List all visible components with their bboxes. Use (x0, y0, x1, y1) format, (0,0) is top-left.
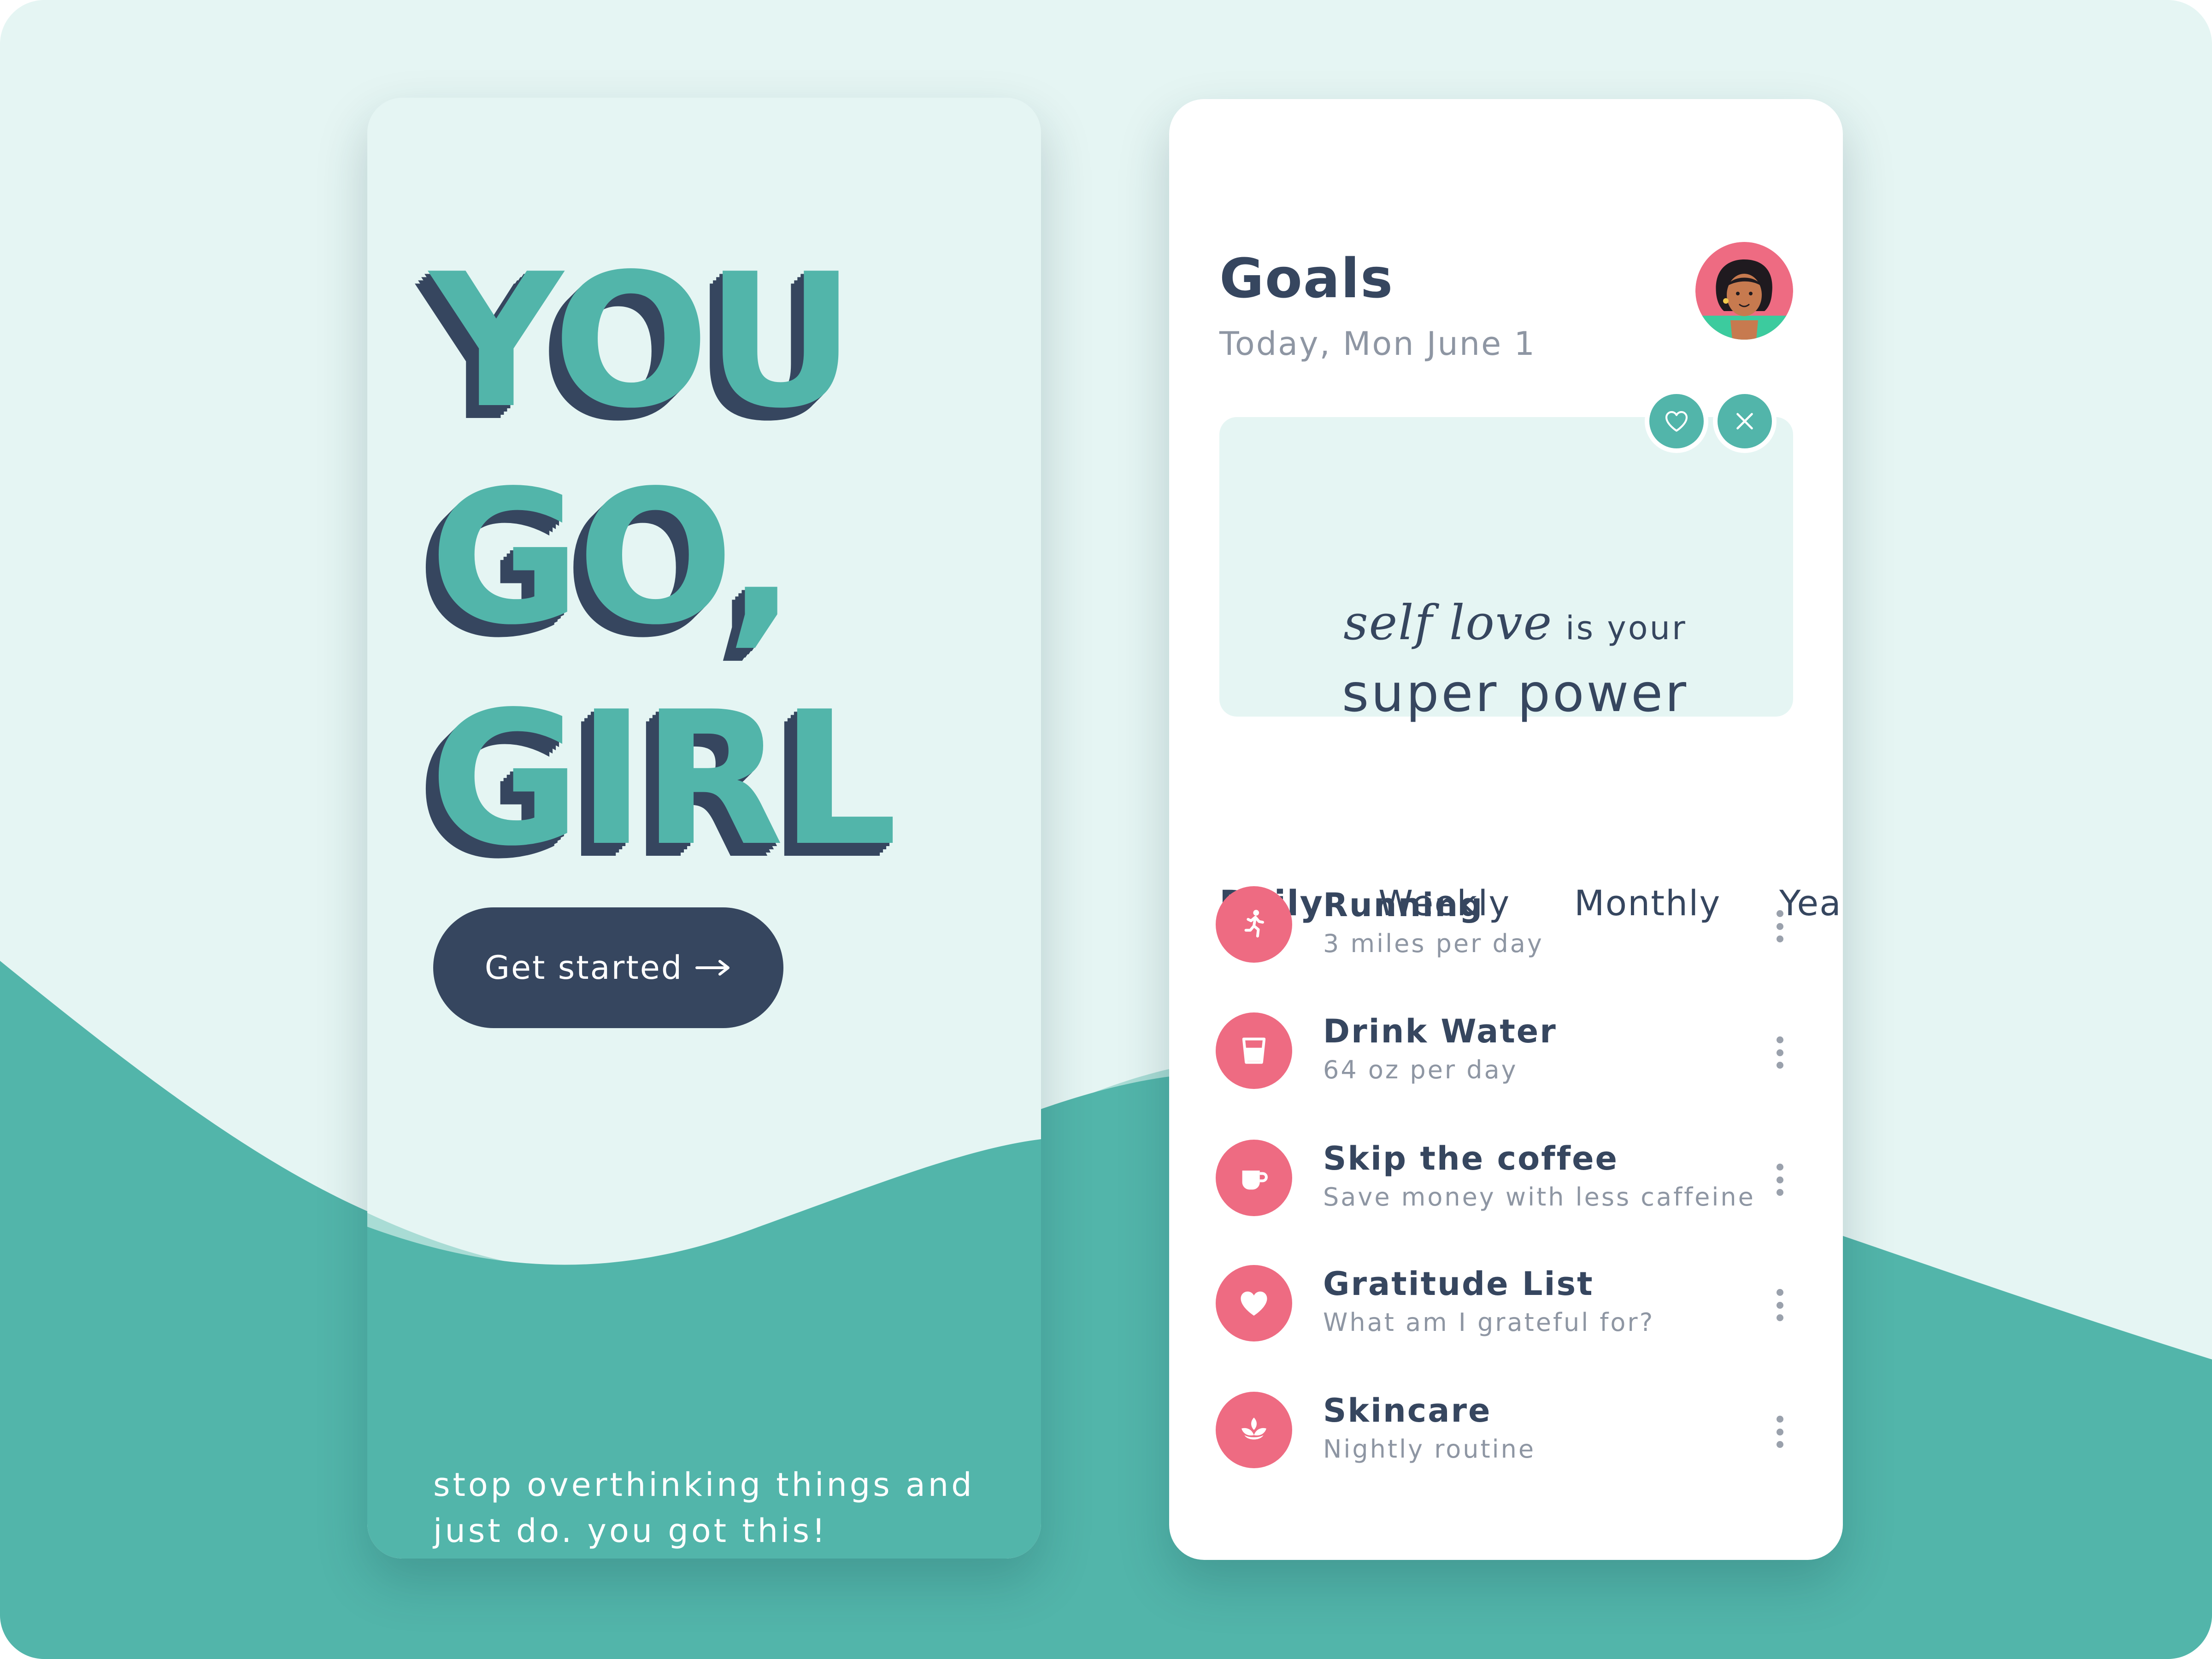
dismiss-quote-button[interactable] (1718, 394, 1772, 448)
goal-item-running[interactable]: Running 3 miles per day (1169, 886, 1843, 978)
goal-title: Skip the coffee (1323, 1140, 1619, 1177)
date-label: Today, Mon June 1 (1219, 325, 1536, 363)
goal-title: Running (1323, 886, 1484, 924)
quote-line-1: self love is your (1169, 594, 1843, 651)
goal-item-drink-water[interactable]: Drink Water 64 oz per day (1169, 1012, 1843, 1105)
close-icon (1736, 413, 1753, 429)
goal-subtitle: Nightly routine (1323, 1435, 1536, 1464)
goal-item-skincare[interactable]: Skincare Nightly routine (1169, 1392, 1843, 1484)
more-vertical-icon[interactable] (1771, 1036, 1789, 1069)
like-quote-button[interactable] (1649, 394, 1704, 448)
quote-small-text: is your (1565, 609, 1687, 647)
welcome-card: YOU GO, GIRL Get started stop overthinki… (367, 98, 1041, 1559)
heart-outline-icon (1665, 411, 1688, 432)
lotus-icon (1216, 1392, 1292, 1468)
arrow-right-icon (695, 960, 730, 976)
goal-item-skip-coffee[interactable]: Skip the coffee Save money with less caf… (1169, 1140, 1843, 1232)
hero-line-2: GO, (429, 451, 796, 665)
background-wave (0, 961, 2212, 1659)
coffee-cup-icon (1216, 1140, 1292, 1216)
goal-subtitle: 64 oz per day (1323, 1055, 1518, 1084)
more-vertical-icon[interactable] (1771, 1164, 1789, 1196)
tagline: stop overthinking things and just do. yo… (433, 1466, 975, 1550)
more-vertical-icon[interactable] (1771, 910, 1789, 942)
goal-subtitle: Save money with less caffeine (1323, 1182, 1755, 1212)
showcase-canvas: YOU GO, GIRL Get started stop overthinki… (0, 0, 2212, 1659)
more-vertical-icon[interactable] (1771, 1289, 1789, 1321)
goal-subtitle: 3 miles per day (1323, 929, 1544, 958)
running-icon (1216, 886, 1292, 963)
water-glass-icon (1216, 1012, 1292, 1089)
get-started-button[interactable]: Get started (433, 907, 783, 1028)
goal-title: Drink Water (1323, 1012, 1557, 1050)
heart-icon (1216, 1265, 1292, 1341)
goal-title: Skincare (1323, 1392, 1492, 1430)
goal-item-gratitude-list[interactable]: Gratitude List What am I grateful for? (1169, 1265, 1843, 1357)
more-vertical-icon[interactable] (1771, 1416, 1789, 1448)
quote-script-text: self love (1343, 594, 1553, 651)
avatar-illustration (1695, 242, 1793, 340)
quote-big-text: super power (1341, 664, 1689, 724)
goal-title: Gratitude List (1323, 1265, 1594, 1303)
goals-card: Goals Today, Mon June 1 self love is you… (1169, 99, 1843, 1560)
hero-line-1: YOU (429, 235, 855, 449)
get-started-label: Get started (484, 949, 683, 987)
page-title: Goals (1219, 247, 1394, 310)
user-avatar[interactable] (1695, 242, 1793, 340)
goal-subtitle: What am I grateful for? (1323, 1308, 1655, 1337)
hero-line-3: GIRL (429, 672, 898, 887)
